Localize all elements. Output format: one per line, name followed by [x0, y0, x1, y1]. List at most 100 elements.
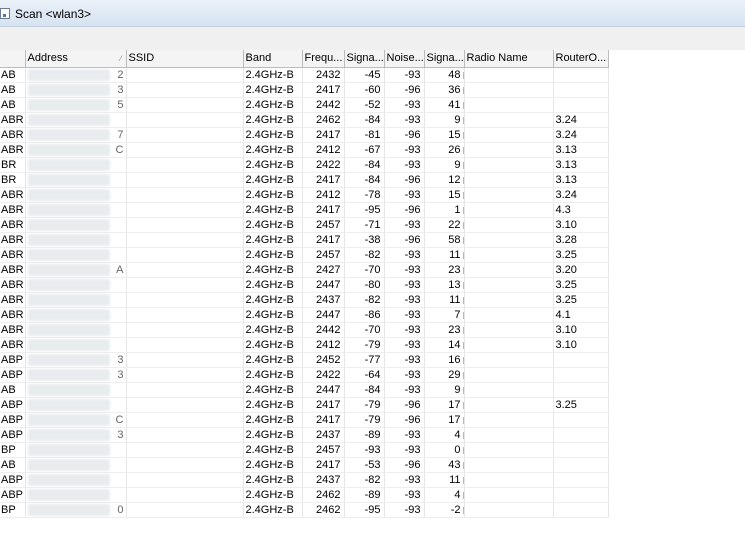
table-row[interactable]: ABP C 2.4GHz-B 2417 -79 -96 17: [0, 412, 609, 428]
noise-floor-cell: -93: [384, 367, 425, 383]
signal-to-noise-cell: 29: [424, 367, 465, 383]
flags-cell: ABR: [0, 262, 26, 278]
table-row[interactable]: ABP 3 2.4GHz-B 2422 -64 -93 29: [0, 367, 609, 383]
table-row[interactable]: ABR 2.4GHz-B 2437 -82 -93 11 3.25: [0, 292, 609, 308]
table-row[interactable]: ABR 2.4GHz-B 2442 -70 -93 23 3.10: [0, 322, 609, 338]
band-cell: 2.4GHz-B: [243, 82, 303, 98]
flags-cell: AB: [0, 97, 26, 113]
noise-floor-cell: -93: [384, 262, 425, 278]
table-row[interactable]: ABR 2.4GHz-B 2447 -80 -93 13 3.25: [0, 277, 609, 293]
flags-cell: ABP: [0, 427, 26, 443]
ssid-cell: [126, 307, 244, 323]
column-header-signal-strength[interactable]: Signa...: [344, 50, 385, 68]
signal-to-noise-cell: 22: [424, 217, 465, 233]
ssid-cell: [126, 502, 244, 518]
frequency-cell: 2452: [302, 352, 345, 368]
signal-to-noise-cell: 43: [424, 457, 465, 473]
table-row[interactable]: AB 3 2.4GHz-B 2417 -60 -96 36: [0, 82, 609, 98]
table-row[interactable]: BR 2.4GHz-B 2417 -84 -96 12 3.13: [0, 172, 609, 188]
window-titlebar: Scan <wlan3>: [0, 0, 745, 27]
table-row[interactable]: ABR 2.4GHz-B 2457 -82 -93 11 3.25: [0, 247, 609, 263]
column-header-radio-name[interactable]: Radio Name: [464, 50, 554, 68]
ssid-cell: [126, 217, 244, 233]
routeros-version-cell: [553, 502, 609, 518]
table-row[interactable]: ABR 2.4GHz-B 2412 -79 -93 14 3.10: [0, 337, 609, 353]
signal-strength-cell: -71: [344, 217, 385, 233]
address-cell: 3: [25, 367, 127, 383]
ssid-cell: [126, 127, 244, 143]
band-cell: 2.4GHz-B: [243, 352, 303, 368]
signal-to-noise-cell: 23: [424, 322, 465, 338]
column-header-routeros-version[interactable]: RouterO...: [553, 50, 609, 68]
table-row[interactable]: ABR C 2.4GHz-B 2412 -67 -93 26 3.13: [0, 142, 609, 158]
column-header-noise-floor[interactable]: Noise...: [384, 50, 425, 68]
table-row[interactable]: AB 2.4GHz-B 2447 -84 -93 9: [0, 382, 609, 398]
address-cell: [25, 217, 127, 233]
routeros-version-cell: 3.10: [553, 217, 609, 233]
address-cell: [25, 337, 127, 353]
redacted-address: [27, 488, 110, 501]
table-row[interactable]: BR 2.4GHz-B 2422 -84 -93 9 3.13: [0, 157, 609, 173]
table-row[interactable]: ABR 2.4GHz-B 2417 -38 -96 58 3.28: [0, 232, 609, 248]
table-row[interactable]: BP 0 2.4GHz-B 2462 -95 -93 -2: [0, 502, 609, 518]
noise-floor-cell: -93: [384, 217, 425, 233]
redacted-address: [27, 83, 110, 96]
table-row[interactable]: ABP 2.4GHz-B 2462 -89 -93 4: [0, 487, 609, 503]
column-header-address[interactable]: Address ∕: [25, 50, 127, 68]
column-header-ssid[interactable]: SSID: [126, 50, 244, 68]
column-header-signal-to-noise[interactable]: Signa...: [424, 50, 465, 68]
flags-cell: ABR: [0, 247, 26, 263]
routeros-version-cell: [553, 442, 609, 458]
table-row[interactable]: ABR 2.4GHz-B 2412 -78 -93 15 3.24: [0, 187, 609, 203]
address-cell: 3: [25, 82, 127, 98]
redacted-address: [27, 323, 110, 336]
table-row[interactable]: BP 2.4GHz-B 2457 -93 -93 0: [0, 442, 609, 458]
routeros-version-cell: [553, 97, 609, 113]
table-row[interactable]: ABP 3 2.4GHz-B 2437 -89 -93 4: [0, 427, 609, 443]
table-row[interactable]: ABR 2.4GHz-B 2462 -84 -93 9 3.24: [0, 112, 609, 128]
noise-floor-cell: -93: [384, 382, 425, 398]
frequency-cell: 2417: [302, 82, 345, 98]
radio-name-cell: [464, 412, 554, 428]
ssid-cell: [126, 247, 244, 263]
radio-name-cell: [464, 457, 554, 473]
table-row[interactable]: ABP 3 2.4GHz-B 2452 -77 -93 16: [0, 352, 609, 368]
sort-ascending-icon: ∕: [120, 54, 122, 63]
table-row[interactable]: ABP 2.4GHz-B 2437 -82 -93 11: [0, 472, 609, 488]
signal-to-noise-cell: 17: [424, 412, 465, 428]
table-row[interactable]: AB 5 2.4GHz-B 2442 -52 -93 41: [0, 97, 609, 113]
column-header-frequency[interactable]: Frequ...: [302, 50, 345, 68]
table-row[interactable]: ABR 2.4GHz-B 2447 -86 -93 7 4.1: [0, 307, 609, 323]
radio-name-cell: [464, 82, 554, 98]
frequency-cell: 2442: [302, 97, 345, 113]
redacted-address: [27, 68, 110, 81]
redacted-address: [27, 158, 110, 171]
address-cell: [25, 307, 127, 323]
noise-floor-cell: -96: [384, 457, 425, 473]
band-cell: 2.4GHz-B: [243, 292, 303, 308]
signal-strength-cell: -60: [344, 82, 385, 98]
signal-strength-cell: -84: [344, 112, 385, 128]
signal-strength-cell: -81: [344, 127, 385, 143]
column-header-band[interactable]: Band: [243, 50, 303, 68]
ssid-cell: [126, 397, 244, 413]
radio-name-cell: [464, 142, 554, 158]
frequency-cell: 2432: [302, 67, 345, 83]
table-row[interactable]: ABR 7 2.4GHz-B 2417 -81 -96 15 3.24: [0, 127, 609, 143]
signal-to-noise-cell: 11: [424, 472, 465, 488]
table-row[interactable]: ABR 2.4GHz-B 2417 -95 -96 1 4.3: [0, 202, 609, 218]
table-row[interactable]: AB 2 2.4GHz-B 2432 -45 -93 48: [0, 67, 609, 83]
column-header-flags[interactable]: [0, 50, 26, 68]
address-cell: [25, 457, 127, 473]
band-cell: 2.4GHz-B: [243, 127, 303, 143]
frequency-cell: 2412: [302, 337, 345, 353]
address-cell: 5: [25, 97, 127, 113]
header-row: Address ∕ SSID Band Frequ... Signa... Noi…: [0, 50, 609, 68]
signal-to-noise-cell: 9: [424, 382, 465, 398]
table-row[interactable]: ABR A 2.4GHz-B 2427 -70 -93 23 3.20: [0, 262, 609, 278]
ssid-cell: [126, 442, 244, 458]
table-row[interactable]: ABP 2.4GHz-B 2417 -79 -96 17 3.25: [0, 397, 609, 413]
routeros-version-cell: [553, 67, 609, 83]
table-row[interactable]: ABR 2.4GHz-B 2457 -71 -93 22 3.10: [0, 217, 609, 233]
table-row[interactable]: AB 2.4GHz-B 2417 -53 -96 43: [0, 457, 609, 473]
